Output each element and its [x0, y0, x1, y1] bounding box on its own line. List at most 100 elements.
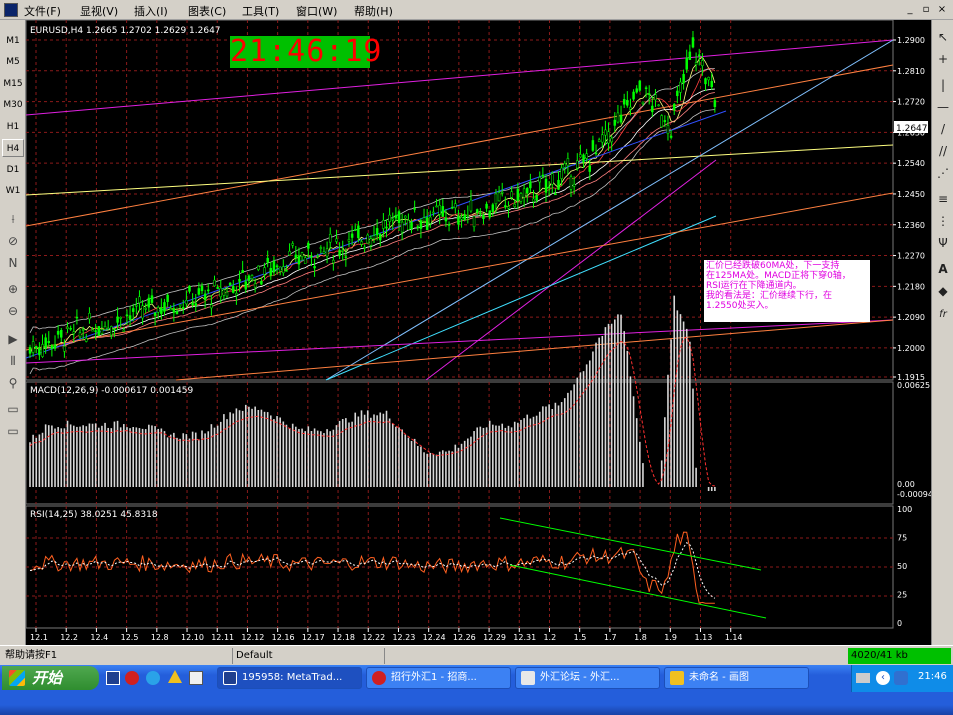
- candle-body: [197, 288, 201, 295]
- cursor-icon[interactable]: ↖: [934, 28, 952, 46]
- start-button[interactable]: 开始: [2, 666, 99, 690]
- tray-expand-icon[interactable]: ‹: [876, 671, 890, 685]
- date-tick-label: 12.22: [362, 633, 385, 642]
- taskbar-forex-forum[interactable]: 外汇论坛 - 外汇...: [515, 667, 660, 689]
- text-icon[interactable]: A: [934, 260, 952, 278]
- candle-body: [297, 255, 301, 265]
- candle-body: [106, 327, 110, 330]
- timeframe-m5[interactable]: M5: [2, 53, 24, 71]
- keyboard-icon[interactable]: [856, 673, 870, 683]
- price-tick-label: 1.2810: [897, 67, 925, 76]
- candle-body: [444, 217, 448, 222]
- candle-body: [207, 289, 210, 292]
- show-desktop-icon[interactable]: [106, 671, 120, 685]
- rsi-tick-label: 75: [897, 534, 907, 543]
- line-chart-icon[interactable]: N: [4, 254, 22, 272]
- date-tick-label: 1.9: [664, 633, 677, 642]
- quicklaunch-tool-icon[interactable]: [189, 671, 203, 685]
- close-button[interactable]: ×: [934, 3, 950, 17]
- chart-canvas[interactable]: 1.29001.28101.27201.26301.25401.24501.23…: [26, 20, 931, 645]
- cycle-lines-icon[interactable]: ⋮: [934, 212, 952, 230]
- date-tick-label: 12.10: [181, 633, 204, 642]
- timeframe-m1[interactable]: M1: [2, 32, 24, 50]
- timeframe-m15[interactable]: M15: [2, 75, 24, 93]
- chart-shift-icon[interactable]: ⫴: [4, 352, 22, 370]
- timeframe-d1[interactable]: D1: [2, 161, 24, 179]
- tray-clock: 21:46: [918, 671, 947, 682]
- candle-body: [213, 279, 216, 287]
- quicklaunch-warning-icon[interactable]: [168, 670, 182, 683]
- horizontal-line-icon[interactable]: —: [934, 98, 952, 116]
- candle-body: [379, 234, 382, 241]
- auto-scroll-icon[interactable]: ▶: [4, 330, 22, 348]
- arrow-marker-icon[interactable]: ◆: [934, 282, 952, 300]
- candle-body: [313, 266, 316, 269]
- zoom-in-icon[interactable]: ⊕: [4, 280, 22, 298]
- fan-icon[interactable]: ⋰: [934, 164, 952, 182]
- ie-icon[interactable]: [146, 671, 160, 685]
- date-axis: 12.1 12.2 12.4 12.5 12.8 12.10 12.11 12.12 12.16…: [30, 628, 743, 642]
- timeframe-h4[interactable]: H4: [2, 139, 24, 157]
- fibo-time-icon[interactable]: fr: [934, 306, 952, 324]
- candle-body: [210, 304, 213, 309]
- candle-body: [169, 308, 172, 311]
- menu-view[interactable]: 显视(V): [80, 3, 118, 19]
- candle-body: [141, 305, 144, 319]
- candle-body: [332, 259, 335, 264]
- candle-body: [516, 188, 520, 201]
- zoom-out-icon[interactable]: ⊖: [4, 302, 22, 320]
- candle-body: [238, 279, 241, 282]
- minimize-button[interactable]: _: [902, 3, 918, 17]
- candle-body: [385, 226, 388, 229]
- quicklaunch-browser-icon[interactable]: [125, 671, 139, 685]
- period-separator-icon[interactable]: ⟊: [4, 210, 22, 228]
- menu-help[interactable]: 帮助(H): [354, 3, 393, 19]
- vertical-line-icon[interactable]: |: [934, 76, 952, 94]
- menu-charts[interactable]: 图表(C): [188, 3, 226, 19]
- timeframe-h1[interactable]: H1: [2, 118, 24, 136]
- channel-icon[interactable]: //: [934, 142, 952, 160]
- candles-icon[interactable]: ⊘: [4, 232, 22, 250]
- candle-body: [657, 104, 660, 107]
- candle-body: [479, 212, 482, 215]
- paint-icon: [670, 671, 684, 685]
- taskbar-metatrader[interactable]: 195958: MetaTrad...: [217, 667, 362, 689]
- candle-body: [660, 115, 663, 128]
- candle-body: [185, 300, 188, 305]
- date-tick-label: 12.2: [60, 633, 78, 642]
- chart-window[interactable]: 1.29001.28101.27201.26301.25401.24501.23…: [26, 20, 931, 645]
- crosshair-icon[interactable]: +: [934, 50, 952, 68]
- candle-body: [672, 103, 676, 111]
- candle-body: [147, 297, 151, 308]
- candle-body: [685, 57, 688, 70]
- restore-button[interactable]: ▫: [918, 3, 934, 17]
- menu-insert[interactable]: 插入(I): [134, 3, 168, 19]
- menu-tools[interactable]: 工具(T): [242, 3, 279, 19]
- pitchfork-icon[interactable]: Ψ: [934, 234, 952, 252]
- candle-body: [113, 328, 116, 330]
- taskbar-paint[interactable]: 未命名 - 画图: [664, 667, 809, 689]
- timeframe-m30[interactable]: M30: [2, 96, 24, 114]
- candle-body: [269, 268, 273, 276]
- candle-body: [344, 256, 348, 258]
- timeframe-w1[interactable]: W1: [2, 182, 24, 200]
- trendline-icon[interactable]: /: [934, 120, 952, 138]
- menu-window[interactable]: 窗口(W): [296, 3, 337, 19]
- fibonacci-icon[interactable]: ≡: [934, 190, 952, 208]
- macd-tick-label: 0.00: [897, 480, 915, 489]
- indicators-icon[interactable]: ⚲: [4, 374, 22, 392]
- template-icon[interactable]: ▭: [4, 400, 22, 418]
- candle-body: [472, 215, 476, 228]
- new-window-icon[interactable]: ▭: [4, 422, 22, 440]
- candle-body: [300, 252, 304, 257]
- network-icon[interactable]: [894, 671, 908, 685]
- taskbar-cmb-forex[interactable]: 招行外汇1 - 招商...: [366, 667, 511, 689]
- price-axis: 1.29001.28101.27201.26301.25401.24501.23…: [893, 36, 925, 382]
- candle-body: [135, 304, 138, 307]
- candle-body: [425, 217, 429, 230]
- candle-body: [257, 265, 260, 270]
- menu-file[interactable]: 文件(F): [24, 3, 61, 19]
- taskbar: 开始 195958: MetaTrad... 招行外汇1 - 招商... 外汇论…: [0, 665, 953, 715]
- app-icon[interactable]: [4, 3, 18, 17]
- candle-body: [654, 94, 657, 101]
